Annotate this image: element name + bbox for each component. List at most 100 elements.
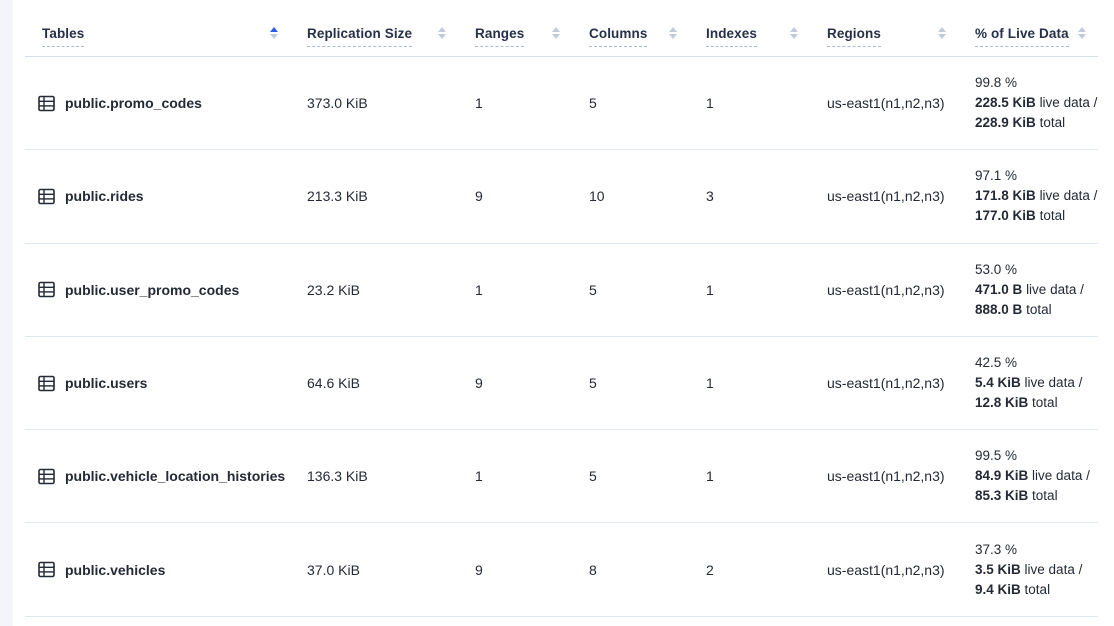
live-percent: 99.5 %	[975, 446, 1090, 466]
table-grid-icon	[38, 281, 55, 298]
columns-cell: 5	[572, 244, 689, 336]
table-header-row: Tables Replication Size Ranges Columns I…	[25, 0, 1098, 57]
replication-size-cell: 373.0 KiB	[290, 57, 458, 149]
columns-cell: 10	[572, 150, 689, 242]
indexes-cell: 2	[689, 523, 810, 615]
regions-cell: us-east1(n1,n2,n3)	[810, 150, 958, 242]
live-size-line: 84.9 KiB live data /	[975, 466, 1090, 486]
table-name-link[interactable]: public.vehicles	[65, 562, 165, 578]
replication-size-cell: 23.2 KiB	[290, 244, 458, 336]
table-name-link[interactable]: public.user_promo_codes	[65, 282, 239, 298]
regions-cell: us-east1(n1,n2,n3)	[810, 337, 958, 429]
replication-size-cell: 213.3 KiB	[290, 150, 458, 242]
live-percent: 37.3 %	[975, 540, 1082, 560]
sort-icon[interactable]	[669, 27, 677, 39]
column-header-live-data[interactable]: % of Live Data	[958, 0, 1098, 56]
table-grid-icon	[38, 188, 55, 205]
columns-cell: 5	[572, 337, 689, 429]
table-row[interactable]: public.users 64.6 KiB 9 5 1 us-east1(n1,…	[25, 337, 1098, 430]
regions-cell: us-east1(n1,n2,n3)	[810, 430, 958, 522]
live-data-cell: 42.5 % 5.4 KiB live data / 12.8 KiB tota…	[958, 337, 1098, 429]
live-percent: 53.0 %	[975, 260, 1084, 280]
total-size-line: 9.4 KiB total	[975, 580, 1082, 600]
table-grid-icon	[38, 561, 55, 578]
table-grid-icon	[38, 95, 55, 112]
sort-icon[interactable]	[790, 27, 798, 39]
table-name-link[interactable]: public.rides	[65, 188, 144, 204]
page-left-gutter	[0, 0, 13, 626]
table-name-cell: public.rides	[25, 150, 290, 242]
regions-cell: us-east1(n1,n2,n3)	[810, 523, 958, 615]
live-size-line: 5.4 KiB live data /	[975, 373, 1082, 393]
column-header-indexes[interactable]: Indexes	[689, 0, 810, 56]
indexes-cell: 1	[689, 57, 810, 149]
table-name-link[interactable]: public.users	[65, 375, 147, 391]
columns-cell: 8	[572, 523, 689, 615]
total-size-line: 228.9 KiB total	[975, 113, 1097, 133]
columns-cell: 5	[572, 57, 689, 149]
table-name-cell: public.user_promo_codes	[25, 244, 290, 336]
column-header-label[interactable]: Ranges	[475, 26, 524, 47]
ranges-cell: 9	[458, 150, 572, 242]
ranges-cell: 9	[458, 523, 572, 615]
column-header-regions[interactable]: Regions	[810, 0, 958, 56]
column-header-label[interactable]: % of Live Data	[975, 26, 1069, 47]
total-size-line: 85.3 KiB total	[975, 486, 1090, 506]
table-name-cell: public.users	[25, 337, 290, 429]
table-row[interactable]: public.rides 213.3 KiB 9 10 3 us-east1(n…	[25, 150, 1098, 243]
columns-cell: 5	[572, 430, 689, 522]
table-body: public.promo_codes 373.0 KiB 1 5 1 us-ea…	[25, 57, 1098, 617]
ranges-cell: 1	[458, 244, 572, 336]
live-percent: 97.1 %	[975, 166, 1097, 186]
total-size-line: 177.0 KiB total	[975, 206, 1097, 226]
column-header-ranges[interactable]: Ranges	[458, 0, 572, 56]
column-header-columns[interactable]: Columns	[572, 0, 689, 56]
sort-icon[interactable]	[552, 27, 560, 39]
column-header-label[interactable]: Tables	[42, 26, 84, 47]
ranges-cell: 9	[458, 337, 572, 429]
replication-size-cell: 136.3 KiB	[290, 430, 458, 522]
regions-cell: us-east1(n1,n2,n3)	[810, 244, 958, 336]
table-name-cell: public.vehicles	[25, 523, 290, 615]
ranges-cell: 1	[458, 430, 572, 522]
column-header-label[interactable]: Replication Size	[307, 26, 412, 47]
table-grid-icon	[38, 468, 55, 485]
table-grid-icon	[38, 375, 55, 392]
live-data-cell: 37.3 % 3.5 KiB live data / 9.4 KiB total	[958, 523, 1098, 615]
live-data-cell: 99.8 % 228.5 KiB live data / 228.9 KiB t…	[958, 57, 1098, 149]
live-data-cell: 53.0 % 471.0 B live data / 888.0 B total	[958, 244, 1098, 336]
indexes-cell: 1	[689, 430, 810, 522]
live-size-line: 171.8 KiB live data /	[975, 186, 1097, 206]
column-header-label[interactable]: Regions	[827, 26, 881, 47]
table-row[interactable]: public.vehicle_location_histories 136.3 …	[25, 430, 1098, 523]
sort-icon[interactable]	[938, 27, 946, 39]
sort-icon[interactable]	[438, 27, 446, 39]
column-header-label[interactable]: Columns	[589, 26, 647, 47]
regions-cell: us-east1(n1,n2,n3)	[810, 57, 958, 149]
column-header-tables[interactable]: Tables	[25, 0, 290, 56]
live-percent: 99.8 %	[975, 73, 1097, 93]
column-header-label[interactable]: Indexes	[706, 26, 757, 47]
live-size-line: 228.5 KiB live data /	[975, 93, 1097, 113]
live-data-cell: 97.1 % 171.8 KiB live data / 177.0 KiB t…	[958, 150, 1098, 242]
sort-icon[interactable]	[270, 27, 278, 39]
table-name-link[interactable]: public.promo_codes	[65, 95, 202, 111]
table-name-cell: public.promo_codes	[25, 57, 290, 149]
live-data-cell: 99.5 % 84.9 KiB live data / 85.3 KiB tot…	[958, 430, 1098, 522]
table-name-link[interactable]: public.vehicle_location_histories	[65, 468, 285, 484]
ranges-cell: 1	[458, 57, 572, 149]
table-name-cell: public.vehicle_location_histories	[25, 430, 290, 522]
column-header-replication-size[interactable]: Replication Size	[290, 0, 458, 56]
replication-size-cell: 37.0 KiB	[290, 523, 458, 615]
sort-icon[interactable]	[1078, 27, 1086, 39]
live-size-line: 3.5 KiB live data /	[975, 560, 1082, 580]
table-row[interactable]: public.promo_codes 373.0 KiB 1 5 1 us-ea…	[25, 57, 1098, 150]
total-size-line: 888.0 B total	[975, 300, 1084, 320]
replication-size-cell: 64.6 KiB	[290, 337, 458, 429]
live-size-line: 471.0 B live data /	[975, 280, 1084, 300]
table-row[interactable]: public.user_promo_codes 23.2 KiB 1 5 1 u…	[25, 244, 1098, 337]
total-size-line: 12.8 KiB total	[975, 393, 1082, 413]
table-row[interactable]: public.vehicles 37.0 KiB 9 8 2 us-east1(…	[25, 523, 1098, 616]
tables-list: Tables Replication Size Ranges Columns I…	[25, 0, 1098, 617]
indexes-cell: 1	[689, 337, 810, 429]
